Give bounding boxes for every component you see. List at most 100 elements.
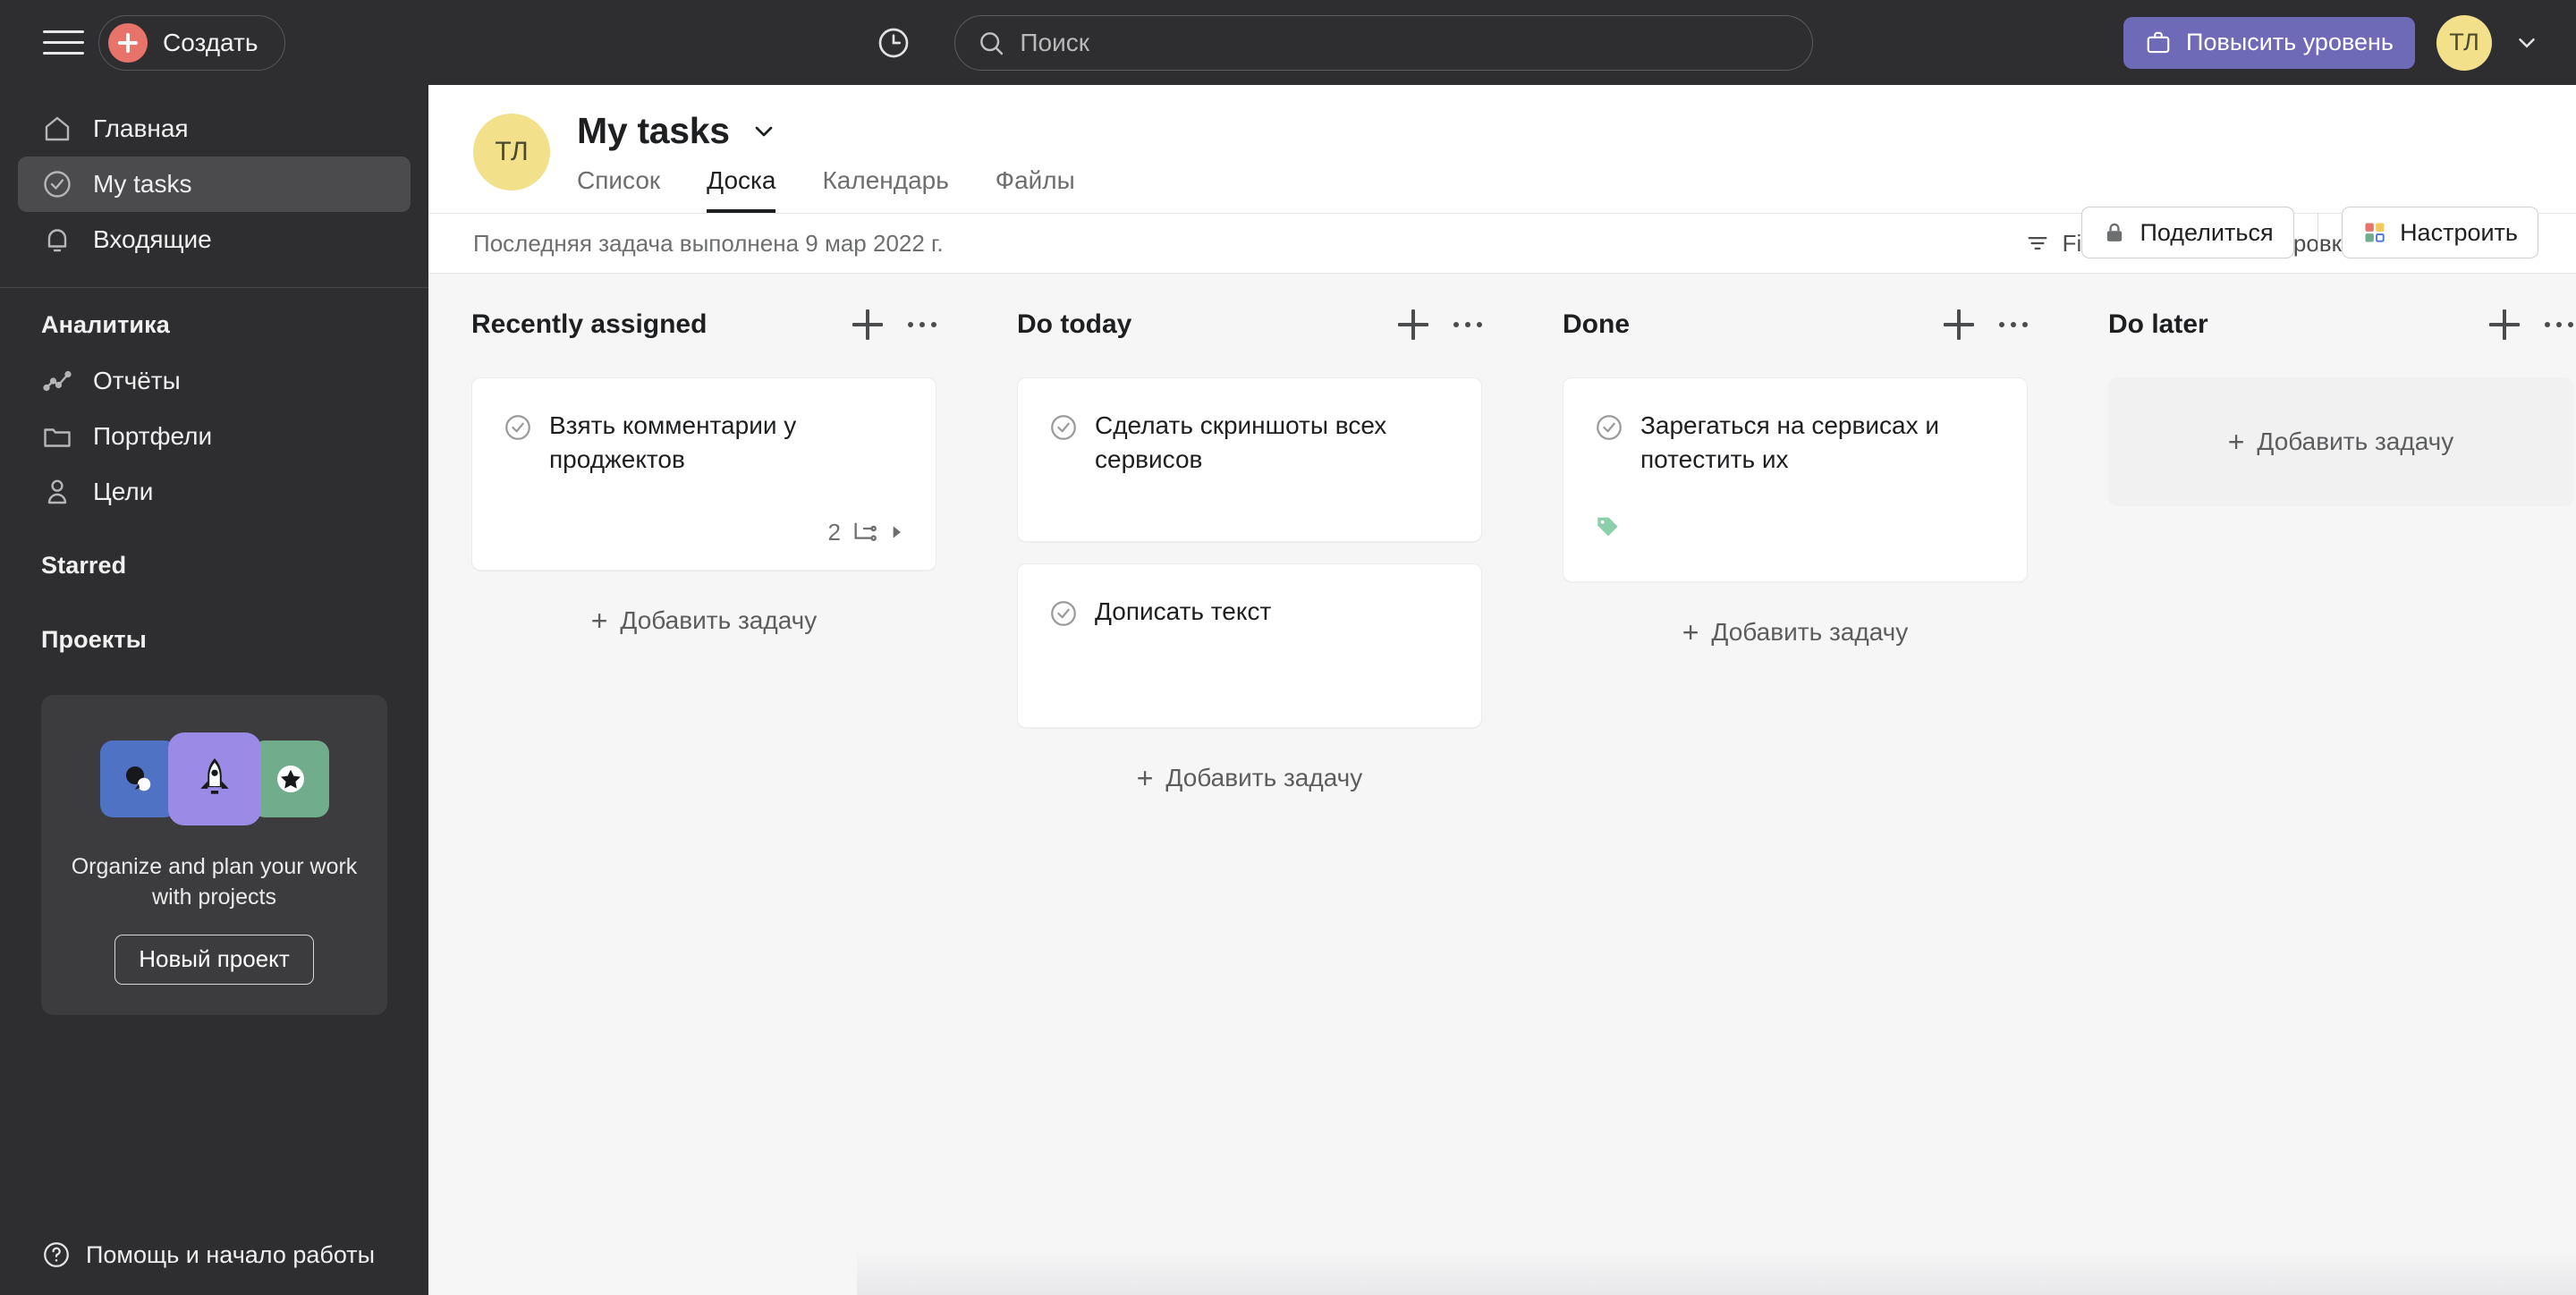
add-card-icon[interactable]: [1944, 309, 1974, 340]
board-column-do-later: Do later + Добавить задачу: [2065, 300, 2576, 1295]
column-menu-icon[interactable]: [908, 322, 936, 327]
column-header: Recently assigned: [471, 300, 936, 349]
column-menu-icon[interactable]: [1453, 322, 1482, 327]
check-circle-icon[interactable]: [1048, 598, 1079, 629]
board-column-do-today: Do today Сделать скриншоты всех сервисов…: [974, 300, 1520, 1295]
sidebar-primary-group: Главная My tasks Входящие: [0, 85, 428, 288]
sidebar-item-inbox[interactable]: Входящие: [18, 212, 411, 267]
add-task-label: Добавить задачу: [2257, 427, 2454, 455]
page-header: ТЛ My tasks Список Доска Календарь Файлы…: [428, 85, 2576, 258]
search-input[interactable]: [1020, 28, 1792, 57]
color-squares-icon: [2362, 220, 2387, 245]
tag-icon: [1594, 512, 1623, 541]
column-menu-icon[interactable]: [1999, 322, 2028, 327]
last-task-note: Последняя задача выполнена 9 мар 2022 г.: [473, 229, 944, 257]
view-tabs: Список Доска Календарь Файлы: [577, 166, 1075, 213]
check-circle-icon: [41, 168, 73, 200]
divider: [2317, 213, 2319, 252]
customize-button[interactable]: Настроить: [2342, 207, 2538, 258]
sidebar-section-projects-header: Проекты: [41, 626, 147, 653]
subtask-count: 2: [827, 518, 841, 546]
sidebar-item-label: Цели: [93, 478, 154, 505]
add-card-icon[interactable]: [2489, 309, 2520, 340]
task-card[interactable]: Сделать скриншоты всех сервисов: [1017, 377, 1482, 543]
column-title: Done: [1563, 309, 1630, 339]
projects-promo-card: Organize and plan your work with project…: [41, 695, 387, 1015]
project-avatar: ТЛ: [473, 114, 550, 190]
kanban-board: Recently assigned Взять комментарии у пр…: [428, 274, 2576, 1295]
upgrade-button[interactable]: Повысить уровень: [2123, 16, 2415, 69]
chat-bubbles-icon: [99, 741, 177, 817]
check-circle-icon[interactable]: [503, 412, 533, 443]
body-row: Главная My tasks Входящие Аналитика Отчё…: [0, 85, 2576, 1295]
chevron-down-icon[interactable]: [2513, 30, 2540, 56]
tab-calendar[interactable]: Календарь: [822, 166, 948, 213]
sidebar-item-label: Отчёты: [93, 367, 181, 394]
task-card[interactable]: Зарегаться на сервисах и потестить их: [1563, 377, 2028, 583]
sidebar-item-label: Главная: [93, 114, 189, 142]
plus-icon: +: [1136, 762, 1154, 795]
board-column-done: Done Зарегаться на сервисах и потестить …: [1520, 300, 2065, 1295]
sidebar-item-reports[interactable]: Отчёты: [18, 353, 411, 409]
check-circle-icon[interactable]: [1594, 412, 1624, 443]
question-circle-icon: [41, 1240, 72, 1270]
customize-button-label: Настроить: [2400, 218, 2518, 246]
hamburger-icon[interactable]: [43, 28, 84, 58]
help-link-label: Помощь и начало работы: [86, 1240, 376, 1268]
sidebar-analytics-group: Аналитика Отчёты Портфели Цели Starred П…: [0, 288, 428, 668]
task-card[interactable]: Взять комментарии у проджектов 2: [471, 377, 936, 571]
column-title: Do today: [1017, 309, 1132, 339]
bell-icon: [41, 224, 73, 256]
home-icon: [41, 113, 73, 145]
avatar-initials: ТЛ: [2449, 29, 2479, 55]
rocket-icon: [167, 732, 261, 825]
add-card-icon[interactable]: [852, 309, 883, 340]
main-content: ТЛ My tasks Список Доска Календарь Файлы…: [428, 85, 2576, 1295]
page-header-actions: Поделиться Настроить: [2081, 207, 2538, 258]
column-menu-icon[interactable]: [2545, 322, 2573, 327]
add-card-icon[interactable]: [1398, 309, 1428, 340]
sidebar-item-label: Портфели: [93, 422, 213, 450]
plus-icon: [108, 22, 148, 63]
triangle-right-icon: [887, 523, 905, 541]
add-task-label: Добавить задачу: [1165, 764, 1363, 792]
sidebar-item-goals[interactable]: Цели: [18, 464, 411, 520]
briefcase-icon: [2145, 30, 2172, 56]
add-task-button[interactable]: + Добавить задачу: [1017, 749, 1482, 807]
board-column-recently-assigned: Recently assigned Взять комментарии у пр…: [428, 300, 974, 1295]
add-task-button[interactable]: + Добавить задачу: [1563, 604, 2028, 661]
plus-icon: +: [2227, 426, 2245, 458]
subtask-badge[interactable]: 2: [503, 518, 905, 546]
project-avatar-initials: ТЛ: [495, 137, 529, 166]
new-project-button[interactable]: Новый проект: [114, 934, 314, 985]
column-title: Recently assigned: [471, 309, 708, 339]
help-link[interactable]: Помощь и начало работы: [0, 1216, 428, 1295]
sidebar-item-home[interactable]: Главная: [18, 101, 411, 157]
sidebar-item-label: My tasks: [93, 170, 192, 198]
add-task-button[interactable]: + Добавить задачу: [471, 592, 936, 649]
plus-icon: +: [1682, 616, 1699, 649]
clock-icon[interactable]: [876, 25, 911, 61]
filter-icon: [2025, 231, 2050, 256]
create-button[interactable]: Создать: [98, 14, 286, 71]
task-card[interactable]: Дописать текст: [1017, 563, 1482, 729]
lock-icon: [2102, 220, 2127, 245]
share-button-label: Поделиться: [2140, 218, 2274, 246]
check-circle-icon[interactable]: [1048, 412, 1079, 443]
share-button[interactable]: Поделиться: [2081, 207, 2294, 258]
create-button-label: Создать: [163, 28, 258, 56]
add-task-button[interactable]: + Добавить задачу: [2108, 377, 2573, 506]
app-root: Создать Повысить уровень: [0, 0, 2576, 1295]
sidebar-item-label: Входящие: [93, 225, 212, 253]
user-avatar[interactable]: ТЛ: [2436, 14, 2492, 71]
tab-list[interactable]: Список: [577, 166, 660, 213]
sidebar-section-analytics-header: Аналитика: [41, 311, 170, 338]
sidebar-item-my-tasks[interactable]: My tasks: [18, 157, 411, 212]
search-box[interactable]: [954, 14, 1814, 71]
tab-board[interactable]: Доска: [707, 166, 776, 213]
sidebar-item-portfolios[interactable]: Портфели: [18, 409, 411, 464]
chevron-down-icon[interactable]: [750, 117, 778, 146]
column-header: Do today: [1017, 300, 1482, 349]
sidebar-section-starred-header: Starred: [41, 552, 127, 579]
tab-files[interactable]: Файлы: [996, 166, 1075, 213]
